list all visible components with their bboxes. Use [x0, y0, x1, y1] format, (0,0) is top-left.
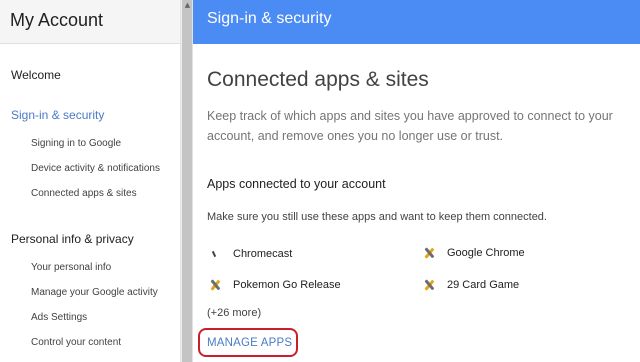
- sidebar-scrollbar[interactable]: ▲: [180, 0, 193, 362]
- scroll-up-arrow-icon[interactable]: ▲: [183, 1, 192, 9]
- sidebar-subitem-control-content[interactable]: Control your content: [31, 337, 121, 348]
- page-header-title: Sign-in & security: [207, 10, 332, 27]
- apps-section-heading: Apps connected to your account: [207, 177, 386, 191]
- app-name: Pokemon Go Release: [233, 279, 341, 291]
- page-description: Keep track of which apps and sites you h…: [207, 109, 613, 143]
- app-item-google-chrome: Google Chrome: [421, 245, 525, 261]
- manage-apps-label[interactable]: MANAGE APPS: [207, 337, 292, 349]
- more-apps-count: (+26 more): [207, 307, 262, 319]
- app-item-29-card-game: 29 Card Game: [421, 277, 519, 293]
- apps-section-description: Make sure you still use these apps and w…: [207, 211, 547, 223]
- page-title: Connected apps & sites: [207, 68, 429, 91]
- sidebar-subitem-connected-apps[interactable]: Connected apps & sites: [31, 188, 137, 199]
- sidebar-subitem-manage-activity[interactable]: Manage your Google activity: [31, 287, 158, 298]
- app-x-icon: [207, 277, 223, 293]
- sidebar-subitem-ads-settings[interactable]: Ads Settings: [31, 312, 87, 323]
- app-name: Chromecast: [233, 248, 293, 260]
- sidebar-item-welcome[interactable]: Welcome: [11, 68, 61, 82]
- scrollbar-thumb[interactable]: [182, 0, 192, 362]
- page-header: Sign-in & security: [193, 0, 640, 44]
- sidebar: My Account Welcome Sign-in & security Si…: [0, 0, 180, 362]
- app-name: 29 Card Game: [447, 279, 520, 291]
- sidebar-subitem-device-activity[interactable]: Device activity & notifications: [31, 163, 160, 174]
- sidebar-title: My Account: [10, 10, 104, 30]
- sidebar-item-personal-info[interactable]: Personal info & privacy: [11, 232, 134, 246]
- app-item-pokemon-go: Pokemon Go Release: [207, 277, 341, 293]
- app-x-icon: [421, 277, 437, 293]
- app-item-chromecast: Chromecast: [207, 246, 292, 262]
- sidebar-subitem-your-personal-info[interactable]: Your personal info: [31, 262, 111, 273]
- app-x-icon: [421, 245, 437, 261]
- manage-apps-button[interactable]: MANAGE APPS: [198, 328, 298, 357]
- chromecast-icon: [207, 246, 223, 262]
- sidebar-header: My Account: [0, 0, 180, 44]
- app-name: Google Chrome: [447, 247, 525, 259]
- sidebar-subitem-signing-in[interactable]: Signing in to Google: [31, 138, 121, 149]
- sidebar-item-sign-in-security[interactable]: Sign-in & security: [11, 108, 104, 122]
